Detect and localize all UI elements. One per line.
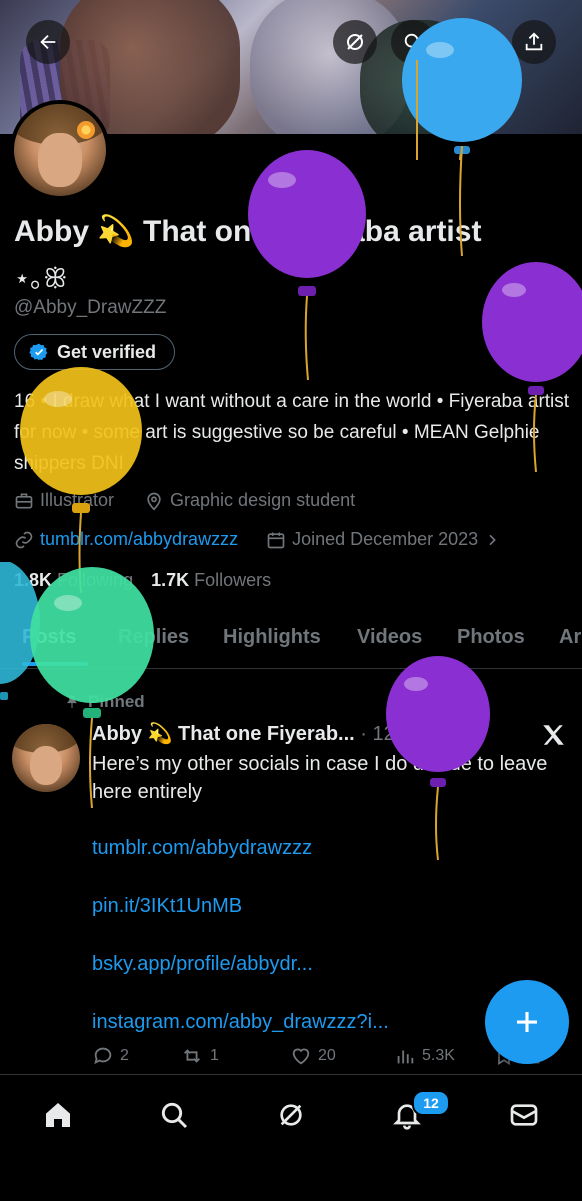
profile-handle: @Abby_DrawZZZ <box>14 297 167 318</box>
followers-count: 1.7K <box>151 570 190 590</box>
flower-icon <box>76 120 95 139</box>
views-icon <box>397 1050 414 1064</box>
plus-icon <box>517 1012 537 1032</box>
verified-badge-icon <box>29 343 48 361</box>
profile-website-link[interactable]: tumblr.com/abbydrawzzz <box>40 529 238 550</box>
post-link-pinterest[interactable]: pin.it/3IKt1UnMB <box>92 895 242 918</box>
followers-label: Followers <box>194 570 272 590</box>
views-count: 5.3K <box>422 1047 455 1064</box>
reply-button[interactable]: 2 <box>92 1045 180 1067</box>
like-button[interactable]: 20 <box>290 1045 394 1067</box>
profile-tabs: Posts Replies Highlights Videos Photos A… <box>0 610 582 669</box>
nav-messages[interactable] <box>506 1097 542 1133</box>
follow-counts: 1.8K Following 1.7K Followers <box>14 570 271 591</box>
mail-icon <box>510 1104 538 1126</box>
reply-icon <box>94 1047 112 1065</box>
compose-post-button[interactable] <box>485 980 569 1064</box>
link-icon <box>15 531 33 548</box>
get-verified-label: Get verified <box>57 341 157 362</box>
avatar-face <box>37 133 83 187</box>
search-profile-button[interactable] <box>391 20 435 64</box>
briefcase-icon <box>15 493 33 508</box>
notifications-badge: 12 <box>412 1090 450 1116</box>
repost-icon <box>184 1049 200 1063</box>
post-link-bluesky[interactable]: bsky.app/profile/abbydr... <box>92 953 313 976</box>
pencil-icon <box>466 33 484 51</box>
get-verified-button[interactable]: Get verified <box>14 334 176 370</box>
grok-icon <box>347 34 363 50</box>
repost-button[interactable]: 1 <box>180 1045 290 1067</box>
share-icon <box>525 32 543 51</box>
active-tab-indicator <box>22 662 88 666</box>
tab-articles[interactable]: Ar <box>559 626 581 649</box>
following-label: Following <box>57 570 134 590</box>
avatar-face <box>29 745 63 786</box>
tab-posts[interactable]: Posts <box>22 626 76 649</box>
post-actions: 2 1 20 5.3K <box>92 1045 562 1067</box>
back-button[interactable] <box>26 20 70 64</box>
profile-category: Illustrator <box>40 490 115 510</box>
profile-display-name: Abby 💫 That one Fiyeraba artist <box>14 215 482 248</box>
search-icon <box>404 33 422 51</box>
reply-count: 2 <box>120 1047 129 1064</box>
post-author-name[interactable]: Abby 💫 That one Fiyerab... <box>92 723 355 745</box>
nav-grok[interactable] <box>273 1097 309 1133</box>
tab-replies[interactable]: Replies <box>118 626 189 649</box>
post-header: Abby 💫 That one Fiyerab... · 12/24/25 <box>92 721 450 746</box>
following-count: 1.8K <box>14 570 53 590</box>
location-pin-icon <box>147 492 161 511</box>
post-date: 12/24/25 <box>372 723 451 745</box>
post-separator: · <box>360 723 367 745</box>
pinned-label: Pinned <box>88 692 145 711</box>
nav-search[interactable] <box>156 1097 192 1133</box>
chevron-right-icon[interactable] <box>484 532 500 548</box>
grok-icon <box>280 1104 302 1126</box>
profile-bio: 16 • I draw what I want without a care i… <box>14 391 570 474</box>
pinned-label-row: Pinned <box>64 692 145 712</box>
arrow-left-icon <box>40 34 56 50</box>
followers-link[interactable]: 1.7K Followers <box>151 570 271 591</box>
post-text: Here’s my other socials in case I do dec… <box>92 753 548 803</box>
tab-highlights[interactable]: Highlights <box>223 626 321 649</box>
bottom-navigation <box>0 1074 582 1201</box>
grok-button[interactable] <box>333 20 377 64</box>
post-link-tumblr[interactable]: tumblr.com/abbydrawzzz <box>92 837 312 860</box>
profile-location: Graphic design student <box>170 490 356 510</box>
profile-display-name-continued: ⋆｡ꕥ <box>14 263 68 293</box>
views-button[interactable]: 5.3K <box>394 1045 494 1067</box>
profile-avatar[interactable] <box>10 100 110 200</box>
tab-photos[interactable]: Photos <box>457 626 525 649</box>
heart-icon <box>292 1048 310 1065</box>
share-button[interactable] <box>512 20 556 64</box>
search-icon <box>161 1102 188 1129</box>
calendar-icon <box>267 532 285 548</box>
post-author-avatar[interactable] <box>12 724 80 792</box>
post-link-instagram[interactable]: instagram.com/abby_drawzzz?i... <box>92 1011 389 1034</box>
like-count: 20 <box>318 1047 336 1064</box>
tab-videos[interactable]: Videos <box>357 626 422 649</box>
profile-joined-date: Joined December 2023 <box>292 529 479 549</box>
home-icon <box>46 1103 70 1127</box>
x-logo-icon <box>543 725 564 745</box>
repost-count: 1 <box>210 1047 219 1064</box>
following-link[interactable]: 1.8K Following <box>14 570 133 591</box>
pin-icon <box>67 695 77 708</box>
edit-button[interactable] <box>453 20 497 64</box>
profile-meta-row-1: Illustrator Graphic design student <box>14 490 355 511</box>
nav-home[interactable] <box>40 1097 76 1133</box>
balloon-purple <box>248 150 366 381</box>
profile-meta-row-2: tumblr.com/abbydrawzzz Joined December 2… <box>14 529 500 550</box>
